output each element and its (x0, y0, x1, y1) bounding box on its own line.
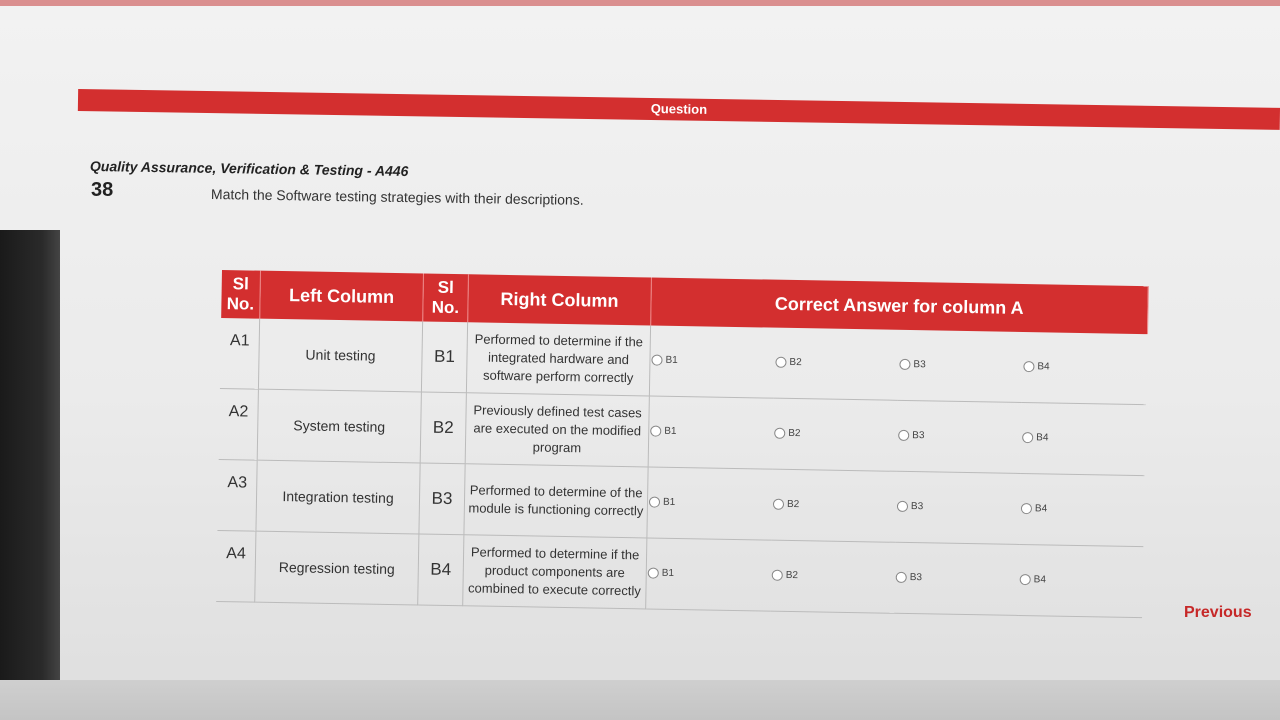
row-sl-right: B2 (420, 391, 467, 464)
radio-circle-icon (898, 429, 910, 442)
course-title: Quality Assurance, Verification & Testin… (89, 158, 409, 180)
radio-circle-icon (775, 356, 787, 368)
table-row: A4 Regression testing B4 Performed to de… (216, 530, 1144, 618)
radio-label: B4 (1033, 574, 1047, 586)
radio-label: B3 (909, 572, 923, 584)
radio-circle-icon (651, 354, 663, 366)
row-left-item: Regression testing (254, 531, 419, 605)
radio-a1-b2[interactable]: B2 (775, 356, 802, 369)
header-left-column: Left Column (259, 270, 424, 322)
radio-circle-icon (771, 569, 783, 581)
row-sl-left: A4 (216, 530, 256, 603)
radio-circle-icon (650, 425, 662, 437)
row-sl-right: B3 (418, 462, 466, 535)
radio-circle-icon (1022, 431, 1034, 444)
previous-button[interactable]: Previous (1184, 604, 1252, 622)
radio-circle-icon (896, 500, 909, 513)
row-left-item: System testing (257, 389, 422, 463)
row-sl-right: B1 (421, 321, 468, 393)
radio-label: B4 (1037, 361, 1050, 373)
row-right-item: Performed to determine if the integrated… (466, 322, 651, 396)
radio-a4-b2[interactable]: B2 (771, 569, 799, 582)
row-left-item: Integration testing (255, 460, 421, 534)
radio-label: B4 (1036, 432, 1049, 444)
question-text: Match the Software testing strategies wi… (210, 186, 584, 208)
radio-circle-icon (1023, 361, 1035, 373)
header-sl-no-right: Sl No. (422, 273, 469, 323)
radio-label: B1 (662, 496, 676, 508)
radio-a2-b1[interactable]: B1 (650, 425, 677, 437)
header-correct-answer: Correct Answer for column A (650, 277, 1148, 335)
radio-a3-b4[interactable]: B4 (1020, 502, 1048, 515)
top-edge (0, 0, 1280, 6)
radio-a2-b4[interactable]: B4 (1022, 431, 1049, 444)
radio-a1-b4[interactable]: B4 (1023, 361, 1050, 373)
radio-a3-b2[interactable]: B2 (772, 498, 800, 511)
match-table-wrap: Sl No. Left Column Sl No. Right Column C… (216, 270, 1148, 618)
radio-a1-b1[interactable]: B1 (651, 354, 678, 366)
radio-label: B3 (913, 359, 926, 371)
radio-a2-b2[interactable]: B2 (774, 427, 801, 440)
radio-a1-b3[interactable]: B3 (899, 358, 926, 371)
monitor-bezel-bottom (0, 680, 1280, 720)
radio-label: B2 (789, 356, 802, 369)
match-table: Sl No. Left Column Sl No. Right Column C… (216, 270, 1148, 618)
screen: Question Quality Assurance, Verification… (0, 0, 1280, 720)
radio-label: B1 (664, 425, 677, 437)
radio-label: B4 (1034, 503, 1048, 515)
question-header-bar: Question (77, 89, 1280, 130)
radio-circle-icon (648, 496, 661, 508)
radio-label: B3 (912, 430, 925, 442)
monitor-bezel-left (0, 230, 60, 720)
radio-circle-icon (647, 567, 659, 579)
radio-a4-b4[interactable]: B4 (1019, 573, 1047, 586)
row-right-item: Performed to determine if the product co… (462, 534, 647, 609)
row-sl-left: A2 (218, 388, 259, 461)
radio-circle-icon (899, 358, 911, 371)
radio-label: B2 (786, 498, 800, 511)
radio-label: B2 (788, 427, 801, 440)
radio-circle-icon (895, 571, 907, 583)
row-sl-left: A1 (219, 317, 260, 390)
header-sl-no-left: Sl No. (221, 270, 261, 319)
row-right-item: Previously defined test cases are execut… (465, 392, 650, 467)
radio-a4-b1[interactable]: B1 (647, 567, 675, 579)
row-right-item: Performed to determine of the module is … (463, 463, 649, 538)
radio-a2-b3[interactable]: B3 (898, 429, 925, 442)
radio-label: B1 (661, 567, 675, 579)
header-right-column: Right Column (467, 274, 652, 326)
radio-circle-icon (1019, 573, 1031, 586)
row-left-item: Unit testing (258, 318, 423, 392)
row-sl-left: A3 (217, 459, 258, 532)
question-header-label: Question (650, 100, 708, 117)
radio-circle-icon (772, 498, 785, 510)
radio-label: B1 (665, 354, 678, 366)
radio-a3-b3[interactable]: B3 (896, 500, 924, 513)
row-sl-right: B4 (417, 533, 464, 606)
radio-a3-b1[interactable]: B1 (648, 496, 676, 508)
radio-label: B3 (910, 501, 924, 513)
radio-circle-icon (1020, 502, 1033, 515)
question-number: 38 (91, 179, 114, 201)
radio-a4-b3[interactable]: B3 (895, 571, 923, 584)
radio-circle-icon (774, 427, 786, 439)
radio-label: B2 (785, 569, 799, 582)
